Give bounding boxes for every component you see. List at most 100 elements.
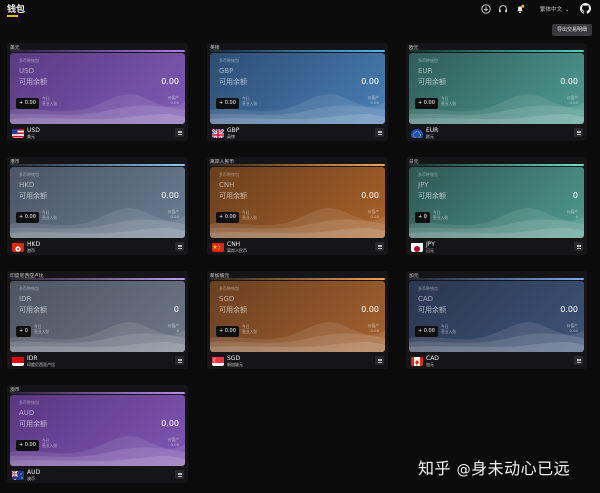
asset-info: 价值产 0.00 xyxy=(567,323,578,333)
wallet-card-aud[interactable]: 澳币 多币种钱包 AUD 可用余额 0.00 + 0.00 今日 营业入账 价值… xyxy=(7,385,188,483)
asset-value: 0.00 xyxy=(370,214,379,219)
available-balance-amount: 0 xyxy=(572,191,578,200)
download-icon[interactable] xyxy=(481,4,491,14)
currency-code-label: IDR xyxy=(19,295,32,303)
menu-icon[interactable] xyxy=(375,356,384,365)
today-info: 今日 营业入账 xyxy=(42,96,57,106)
menu-icon[interactable] xyxy=(574,356,583,365)
currency-code: SGD xyxy=(227,355,241,362)
idr-flag-icon xyxy=(12,354,24,366)
balance-panel[interactable]: 多币种钱包 CNH 可用余额 0.00 + 0.00 今日 营业入账 价值产 0… xyxy=(210,167,385,238)
menu-icon[interactable] xyxy=(375,128,384,137)
currency-code: IDR xyxy=(27,355,38,362)
today-info: 今日 营业入账 xyxy=(242,210,257,220)
balance-panel[interactable]: 多币种钱包 SGD 可用余额 0.00 + 0.00 今日 营业入账 价值产 0… xyxy=(210,281,385,352)
asset-value: 0.00 xyxy=(170,214,179,219)
wallet-type-label: 多币种钱包 xyxy=(219,172,239,177)
wallet-type-label: 多币种钱包 xyxy=(219,286,239,291)
wallet-card-usd[interactable]: 美元 多币种钱包 USD 可用余额 0.00 + 0.00 今日 营业入账 价值… xyxy=(7,43,188,141)
available-balance-label: 可用余额 xyxy=(19,420,47,428)
today-change-badge: + 0.00 xyxy=(16,212,39,223)
available-balance-label: 可用余额 xyxy=(19,306,47,314)
wallet-accent-line xyxy=(210,164,385,166)
currency-name: 日元 xyxy=(426,248,434,253)
today-sub-label: 营业入账 xyxy=(441,329,457,334)
asset-info: 价值产 0.00 xyxy=(368,323,379,333)
currency-name: 离岸人民币 xyxy=(227,248,247,253)
wallet-type-label: 多币种钱包 xyxy=(418,172,438,177)
export-transactions-button[interactable]: 导出交易明细 xyxy=(552,24,592,36)
currency-name: 新加坡元 xyxy=(227,362,243,367)
wallet-accent-line xyxy=(10,50,185,52)
asset-info: 价值产 0.00 xyxy=(168,209,179,219)
asset-value: 0.00 xyxy=(569,328,578,333)
wallet-card-cnh[interactable]: 离岸人民币 多币种钱包 CNH 可用余额 0.00 + 0.00 今日 营业入账… xyxy=(207,157,388,255)
asset-value: 0.00 xyxy=(370,328,379,333)
balance-panel[interactable]: 多币种钱包 HKD 可用余额 0.00 + 0.00 今日 营业入账 价值产 0… xyxy=(10,167,185,238)
currency-code: GBP xyxy=(227,127,240,134)
asset-value: 0 xyxy=(575,214,578,219)
headset-icon[interactable] xyxy=(498,4,508,14)
wallet-card-cad[interactable]: 加元 多币种钱包 CAD 可用余额 0.00 + 0.00 今日 营业入账 价值… xyxy=(406,271,587,369)
currency-name: 欧元 xyxy=(426,134,434,139)
currency-code: USD xyxy=(27,127,40,134)
menu-icon[interactable] xyxy=(574,128,583,137)
balance-panel[interactable]: 多币种钱包 CAD 可用余额 0.00 + 0.00 今日 营业入账 价值产 0… xyxy=(409,281,584,352)
currency-code-label: AUD xyxy=(19,409,35,417)
bell-icon[interactable] xyxy=(515,4,525,14)
wallet-accent-line xyxy=(10,392,185,394)
wallet-card-idr[interactable]: 印度尼西亚卢比 多币种钱包 IDR 可用余额 0 + 0 今日 营业入账 价值产… xyxy=(7,271,188,369)
menu-icon[interactable] xyxy=(574,242,583,251)
wallet-type-label: 多币种钱包 xyxy=(19,400,39,405)
today-change-badge: + 0.00 xyxy=(216,326,239,337)
currency-code: JPY xyxy=(426,241,435,248)
hkd-flag-icon xyxy=(12,240,24,252)
currency-name: 港币 xyxy=(27,248,35,253)
github-icon[interactable] xyxy=(580,3,591,14)
today-change-badge: + 0.00 xyxy=(216,212,239,223)
sgd-flag-icon xyxy=(212,354,224,366)
available-balance-amount: 0.00 xyxy=(560,305,578,314)
menu-icon[interactable] xyxy=(175,128,184,137)
today-sub-label: 营业入账 xyxy=(433,215,449,220)
wallet-card-gbp[interactable]: 英镑 多币种钱包 GBP 可用余额 0.00 + 0.00 今日 营业入账 价值… xyxy=(207,43,388,141)
today-sub-label: 营业入账 xyxy=(242,215,258,220)
language-selector[interactable]: 繁体中文 ⌄ xyxy=(540,5,569,13)
today-change-badge: + 0 xyxy=(415,212,430,223)
menu-icon[interactable] xyxy=(375,242,384,251)
available-balance-label: 可用余额 xyxy=(418,192,446,200)
currency-name: 美元 xyxy=(27,134,35,139)
balance-panel[interactable]: 多币种钱包 EUR 可用余额 0.00 + 0.00 今日 营业入账 价值产 0… xyxy=(409,53,584,124)
currency-code-label: USD xyxy=(19,67,34,75)
asset-info: 价值产 0 xyxy=(567,209,578,219)
currency-code-label: EUR xyxy=(418,67,433,75)
jpy-flag-icon xyxy=(411,240,423,252)
cnh-flag-icon xyxy=(212,240,224,252)
currency-code: EUR xyxy=(426,127,439,134)
watermark-at: @ xyxy=(456,462,472,478)
balance-panel[interactable]: 多币种钱包 GBP 可用余额 0.00 + 0.00 今日 营业入账 价值产 0… xyxy=(210,53,385,124)
balance-panel[interactable]: 多币种钱包 USD 可用余额 0.00 + 0.00 今日 营业入账 价值产 0… xyxy=(10,53,185,124)
menu-icon[interactable] xyxy=(175,242,184,251)
balance-panel[interactable]: 多币种钱包 AUD 可用余额 0.00 + 0.00 今日 营业入账 价值产 0… xyxy=(10,395,185,466)
wallet-card-hkd[interactable]: 港币 多币种钱包 HKD 可用余额 0.00 + 0.00 今日 营业入账 价值… xyxy=(7,157,188,255)
asset-value: 0 xyxy=(176,328,179,333)
available-balance-label: 可用余额 xyxy=(19,78,47,86)
cad-flag-icon xyxy=(411,354,423,366)
watermark: 知乎 @身未动心已远 xyxy=(418,455,570,479)
balance-panel[interactable]: 多币种钱包 JPY 可用余额 0 + 0 今日 营业入账 价值产 0 xyxy=(409,167,584,238)
available-balance-amount: 0.00 xyxy=(361,77,379,86)
wallet-card-eur[interactable]: 欧元 多币种钱包 EUR 可用余额 0.00 + 0.00 今日 营业入账 价值… xyxy=(406,43,587,141)
wallet-card-sgd[interactable]: 新加坡元 多币种钱包 SGD 可用余额 0.00 + 0.00 今日 营业入账 … xyxy=(207,271,388,369)
available-balance-amount: 0.00 xyxy=(361,305,379,314)
usd-flag-icon xyxy=(12,126,24,138)
balance-panel[interactable]: 多币种钱包 IDR 可用余额 0 + 0 今日 营业入账 价值产 0 xyxy=(10,281,185,352)
today-info: 今日 营业入账 xyxy=(34,324,49,334)
menu-icon[interactable] xyxy=(175,470,184,479)
menu-icon[interactable] xyxy=(175,356,184,365)
available-balance-label: 可用余额 xyxy=(418,78,446,86)
currency-code: CNH xyxy=(227,241,241,248)
currency-name: 加元 xyxy=(426,362,434,367)
wallet-card-jpy[interactable]: 日元 多币种钱包 JPY 可用余额 0 + 0 今日 营业入账 价值产 0 JP… xyxy=(406,157,587,255)
currency-code-label: GBP xyxy=(219,67,234,75)
